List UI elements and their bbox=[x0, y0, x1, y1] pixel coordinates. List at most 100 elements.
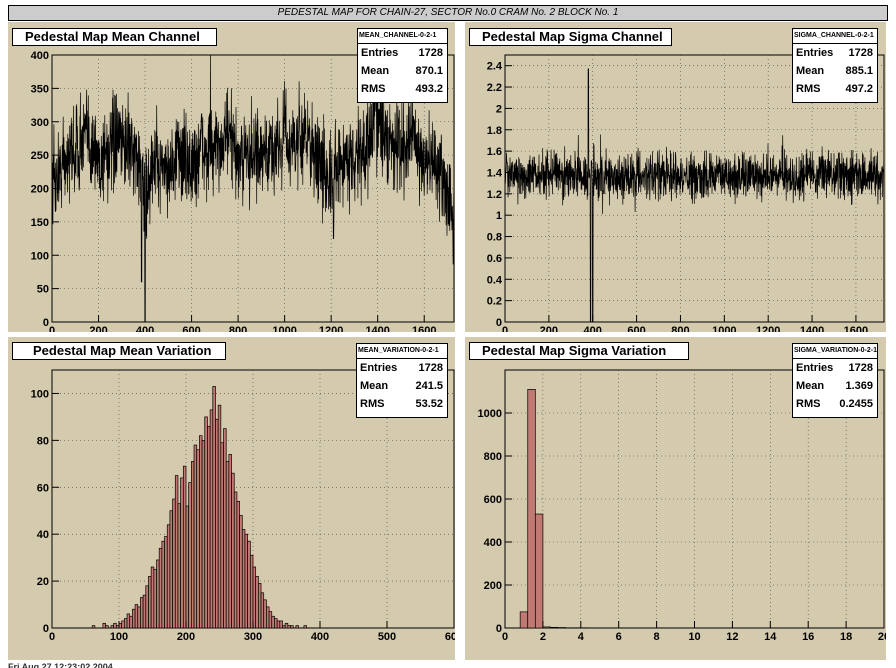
bar bbox=[225, 461, 230, 629]
bar bbox=[102, 622, 106, 629]
bar bbox=[156, 559, 160, 629]
bar bbox=[255, 576, 259, 629]
stats-name: MEAN_CHANNEL-0-2-1 bbox=[358, 29, 447, 44]
x-tick-label: 12 bbox=[726, 631, 738, 643]
y-tick-label: 1000 bbox=[478, 408, 502, 420]
bar bbox=[193, 444, 198, 629]
bar bbox=[113, 622, 117, 629]
x-tick-label: 1200 bbox=[319, 325, 343, 332]
bar bbox=[215, 418, 219, 629]
stats-entries-value: 1728 bbox=[418, 47, 443, 59]
stats-rms-value: 53.52 bbox=[415, 398, 443, 410]
y-tick-label: 0.2 bbox=[487, 296, 502, 308]
chart-title: Pedestal Map Mean Variation bbox=[12, 342, 226, 360]
y-tick-label: 200 bbox=[31, 184, 49, 196]
bar bbox=[223, 428, 227, 629]
bar bbox=[110, 625, 114, 629]
y-tick-label: 100 bbox=[31, 250, 49, 262]
bar bbox=[132, 608, 136, 629]
y-tick-label: 1.2 bbox=[487, 189, 502, 201]
bar bbox=[164, 536, 168, 629]
stats-mean-value: 885.1 bbox=[845, 65, 873, 77]
chart-title: Pedestal Map Sigma Channel bbox=[469, 28, 672, 46]
bar bbox=[290, 625, 294, 629]
x-tick-label: 1000 bbox=[272, 325, 296, 332]
x-tick-label: 10 bbox=[688, 631, 700, 643]
x-tick-label: 1600 bbox=[412, 325, 436, 332]
bar bbox=[142, 594, 147, 629]
stats-entries-value: 1728 bbox=[848, 362, 873, 374]
x-tick-label: 18 bbox=[840, 631, 852, 643]
bar bbox=[519, 611, 529, 629]
y-tick-label: 0.6 bbox=[487, 253, 502, 265]
bar bbox=[287, 625, 291, 629]
x-tick-label: 600 bbox=[445, 631, 455, 643]
stats-mean-value: 870.1 bbox=[415, 65, 443, 77]
bar bbox=[199, 435, 203, 629]
stats-entries-label: Entries bbox=[796, 47, 834, 59]
stats-entries-label: Entries bbox=[361, 47, 399, 59]
y-tick-label: 20 bbox=[37, 576, 49, 588]
bar bbox=[247, 540, 251, 629]
bar bbox=[161, 540, 165, 629]
bar bbox=[188, 482, 192, 629]
bar bbox=[182, 465, 187, 629]
y-tick-label: 250 bbox=[31, 150, 49, 162]
x-tick-label: 200 bbox=[89, 325, 107, 332]
footer-timestamp: Fri Aug 27 12:23:02 2004 bbox=[8, 662, 113, 668]
bar bbox=[241, 529, 246, 629]
bar bbox=[204, 416, 208, 629]
bar bbox=[542, 626, 551, 629]
bar bbox=[124, 618, 128, 629]
pad-sigma-channel[interactable]: 0 200 400 600 800 1000 1200 1400 1600 0 0.2 0.4 0.6 0… bbox=[465, 22, 886, 332]
x-tick-label: 14 bbox=[764, 631, 777, 643]
x-tick-label: 200 bbox=[540, 325, 558, 332]
x-tick-label: 6 bbox=[616, 631, 622, 643]
y-tick-label: 1 bbox=[496, 210, 502, 222]
bar bbox=[166, 524, 171, 629]
x-tick-label: 0 bbox=[49, 325, 55, 332]
bar bbox=[150, 566, 155, 629]
x-tick-label: 0 bbox=[502, 631, 508, 643]
stats-entries-label: Entries bbox=[360, 362, 398, 374]
bar bbox=[153, 569, 157, 629]
x-tick-label: 20 bbox=[878, 631, 886, 643]
y-tick-label: 0 bbox=[43, 623, 49, 635]
x-tick-label: 500 bbox=[378, 631, 396, 643]
x-tick-label: 2 bbox=[540, 631, 546, 643]
bar bbox=[295, 625, 299, 629]
pad-mean-variation[interactable]: 0 100 200 300 400 500 600 0 20 40 60 80 100 Pedestal… bbox=[8, 337, 455, 660]
stats-entries-label: Entries bbox=[796, 362, 834, 374]
bar bbox=[191, 461, 195, 629]
x-tick-label: 200 bbox=[177, 631, 195, 643]
bar bbox=[140, 597, 144, 629]
x-tick-label: 1000 bbox=[712, 325, 736, 332]
y-tick-label: 400 bbox=[484, 537, 502, 549]
x-tick-label: 600 bbox=[627, 325, 645, 332]
stats-mean-label: Mean bbox=[796, 65, 825, 77]
x-tick-label: 400 bbox=[136, 325, 154, 332]
bar bbox=[231, 472, 235, 629]
bar bbox=[263, 599, 267, 629]
bar bbox=[550, 627, 559, 629]
stats-rms-label: RMS bbox=[796, 83, 821, 95]
pad-mean-channel[interactable]: 0 200 400 600 800 1000 1200 1400 1600 0 50 100 150 20… bbox=[8, 22, 455, 332]
bar bbox=[271, 615, 275, 629]
y-tick-label: 150 bbox=[31, 217, 49, 229]
bar bbox=[126, 613, 131, 629]
bar bbox=[105, 625, 109, 629]
y-tick-label: 400 bbox=[31, 50, 49, 62]
y-tick-label: 200 bbox=[484, 580, 502, 592]
chart-title: Pedestal Map Sigma Variation bbox=[469, 342, 689, 360]
x-tick-label: 16 bbox=[802, 631, 814, 643]
pad-sigma-variation[interactable]: 0246810121416182002004006008001000 Pedes… bbox=[465, 337, 886, 660]
bar bbox=[201, 440, 206, 629]
bar bbox=[180, 477, 184, 629]
bar bbox=[527, 388, 536, 629]
bar bbox=[239, 515, 243, 629]
bar bbox=[260, 592, 265, 629]
stats-rms-value: 0.2455 bbox=[839, 398, 873, 410]
x-tick-label: 1600 bbox=[844, 325, 868, 332]
bar bbox=[172, 498, 176, 629]
stats-box: SIGMA_CHANNEL-0-2-1 Entries 1728 Mean 885.… bbox=[792, 28, 878, 103]
